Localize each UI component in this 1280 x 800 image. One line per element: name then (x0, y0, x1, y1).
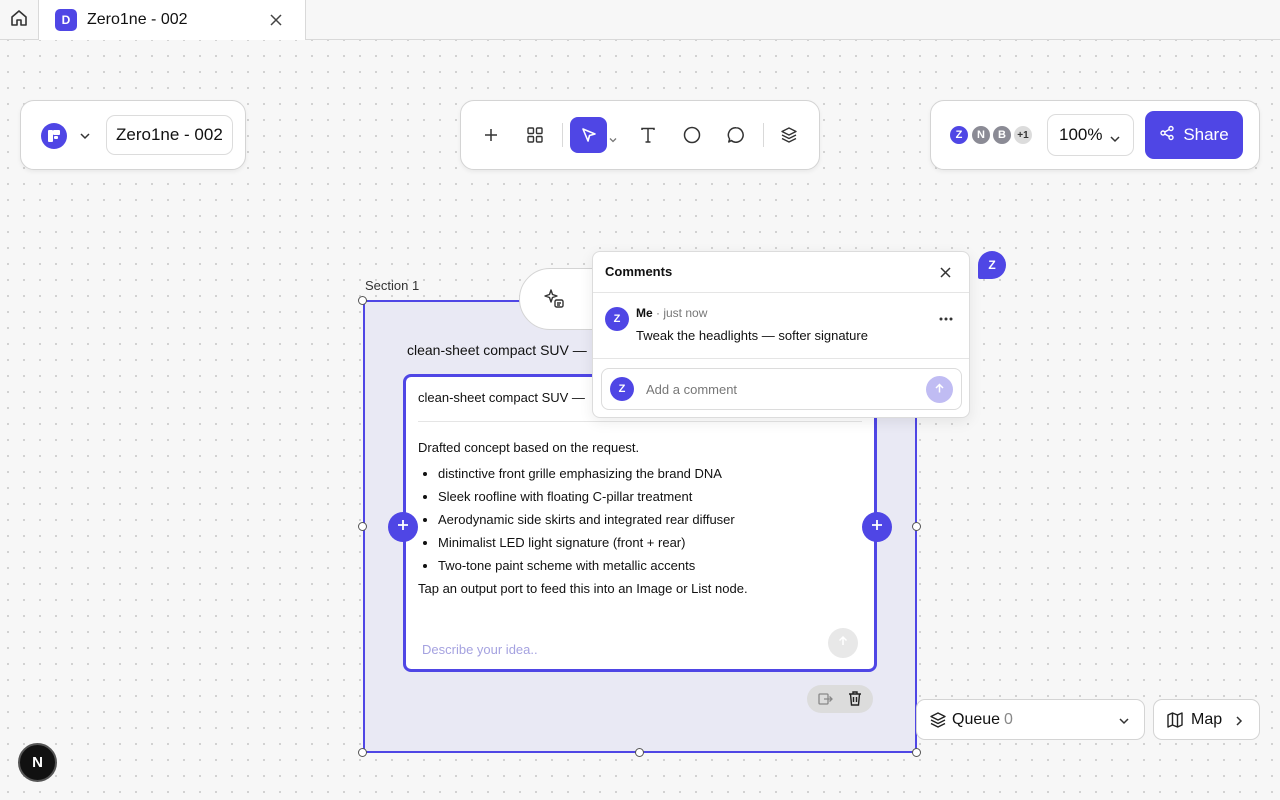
plus-icon (397, 518, 409, 536)
pointer-icon[interactable] (570, 117, 607, 153)
close-icon[interactable] (937, 264, 953, 280)
comments-panel: Comments Z Me · just now Tweak the headl… (592, 251, 970, 418)
arrow-up-icon (934, 381, 945, 399)
send-button[interactable] (828, 628, 858, 658)
chevron-down-icon (1118, 714, 1130, 732)
grid-icon[interactable] (515, 115, 555, 155)
zoom-select[interactable]: 100% (1047, 114, 1134, 156)
node-intro: Drafted concept based on the request. (418, 440, 640, 455)
output-port-button[interactable] (862, 512, 892, 542)
home-icon (9, 8, 29, 33)
logo-icon[interactable] (41, 123, 67, 149)
tab-title: Zero1ne - 002 (87, 11, 188, 28)
resize-handle[interactable] (912, 748, 921, 757)
list-item: Sleek roofline with floating C-pillar tr… (438, 485, 868, 508)
node-tail: Tap an output port to feed this into an … (418, 581, 748, 596)
list-item: Two-tone paint scheme with metallic acce… (438, 554, 868, 577)
comment-author: Me (636, 306, 653, 320)
circle-icon[interactable] (672, 115, 712, 155)
chevron-right-icon (1233, 714, 1245, 732)
queue-label: Queue 0 (952, 711, 1013, 729)
comment-time: · just now (656, 306, 708, 320)
map-button[interactable]: Map (1153, 699, 1260, 740)
list-item: Minimalist LED light signature (front + … (438, 531, 868, 554)
comment-input[interactable]: Z Add a comment (601, 368, 962, 410)
comment-input-placeholder: Add a comment (646, 382, 738, 397)
queue-label-text: Queue (952, 711, 1001, 728)
comment-text: Tweak the headlights — softer signature (636, 328, 868, 343)
home-button[interactable] (0, 0, 39, 40)
node-actions (807, 685, 873, 713)
chevron-down-icon[interactable] (79, 129, 91, 147)
idea-input[interactable]: Describe your idea.. (422, 642, 538, 657)
avatar[interactable]: B (991, 124, 1013, 146)
list-item: distinctive front grille emphasizing the… (438, 462, 868, 485)
sparkle-icon[interactable] (543, 288, 565, 315)
tab-active[interactable]: D Zero1ne - 002 (39, 0, 306, 40)
send-button[interactable] (926, 376, 953, 403)
plus-icon (871, 518, 883, 536)
text-node[interactable]: clean-sheet compact SUV — Drafted concep… (403, 374, 877, 672)
main-toolbar (460, 100, 820, 170)
resize-handle[interactable] (912, 522, 921, 531)
avatar[interactable]: Z (948, 124, 970, 146)
avatar[interactable]: N (970, 124, 992, 146)
queue-dropdown[interactable]: Queue 0 (916, 699, 1145, 740)
chevron-down-icon[interactable] (609, 131, 617, 149)
arrow-up-icon (837, 634, 849, 652)
comments-title: Comments (605, 264, 673, 279)
zoom-value: 100% (1059, 125, 1103, 144)
project-panel: Zero1ne - 002 (20, 100, 246, 170)
close-icon[interactable] (267, 11, 285, 29)
chevron-down-icon (1109, 130, 1121, 150)
share-label: Share (1183, 125, 1229, 144)
project-name-field[interactable]: Zero1ne - 002 (106, 115, 233, 155)
input-port-button[interactable] (388, 512, 418, 542)
toolbar-divider (562, 123, 563, 147)
map-icon (1166, 711, 1184, 734)
divider (593, 292, 969, 293)
share-button[interactable]: Share (1145, 111, 1243, 159)
queue-count: 0 (1004, 711, 1013, 728)
divider (418, 421, 862, 422)
avatar-overflow-count[interactable]: +1 (1012, 124, 1034, 146)
layers-icon[interactable] (769, 115, 809, 155)
corner-badge[interactable]: N (18, 743, 57, 782)
resize-handle[interactable] (635, 748, 644, 757)
add-icon[interactable] (471, 115, 511, 155)
resize-handle[interactable] (358, 522, 367, 531)
node-bullet-list: distinctive front grille emphasizing the… (438, 462, 868, 577)
avatar: Z (605, 307, 629, 331)
avatar: Z (610, 377, 634, 401)
share-icon (1159, 125, 1175, 146)
collaborator-cursor-tag: Z (978, 251, 1006, 279)
comment-meta: Me · just now (636, 306, 707, 320)
collab-panel: Z N B +1 100% Share (930, 100, 1260, 170)
trash-icon[interactable] (847, 690, 863, 712)
node-header: clean-sheet compact SUV — (418, 390, 585, 405)
node-title: clean-sheet compact SUV — (407, 342, 587, 358)
node-content: Drafted concept based on the request. di… (418, 440, 868, 596)
map-label: Map (1191, 711, 1223, 728)
list-item: Aerodynamic side skirts and integrated r… (438, 508, 868, 531)
comment-icon[interactable] (716, 115, 756, 155)
resize-handle[interactable] (358, 748, 367, 757)
export-icon[interactable] (817, 691, 833, 712)
toolbar-divider (763, 123, 764, 147)
resize-handle[interactable] (358, 296, 367, 305)
text-icon[interactable] (628, 115, 668, 155)
more-options-icon[interactable] (939, 308, 953, 326)
section-label: Section 1 (365, 278, 420, 293)
tab-bar: D Zero1ne - 002 (0, 0, 1280, 40)
layers-icon (929, 711, 947, 734)
tab-badge: D (55, 9, 77, 31)
divider (593, 358, 969, 359)
